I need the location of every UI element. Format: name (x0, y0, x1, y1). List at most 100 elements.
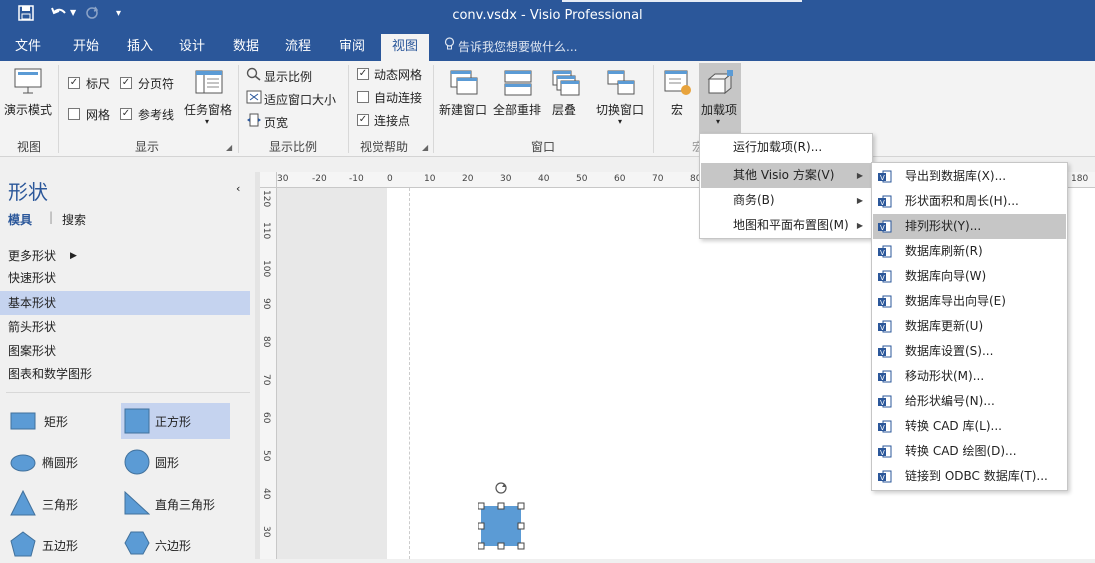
addons-label: 加载项 (701, 103, 738, 117)
presentation-icon (14, 68, 42, 94)
svg-text:V: V (880, 449, 885, 457)
shapes-panel: 形状 ‹ 模具 | 搜索 更多形状 ▶ 快速形状 基本形状 箭头形状 图案形状 … (0, 172, 255, 559)
shape-triangle[interactable]: 三角形 (4, 486, 114, 522)
tab-data[interactable]: 数据 (224, 34, 268, 61)
macros-label: 宏 (671, 103, 684, 117)
menu-item-run-addon[interactable]: 运行加载项(R)... (701, 135, 871, 160)
ruler-tick-label: 90 (261, 298, 271, 310)
submenu-item[interactable]: V 数据库导出向导(E) (873, 289, 1066, 314)
ruler-tick-label: 60 (261, 412, 271, 424)
switch-windows-label: 切换窗口 (596, 103, 645, 117)
submenu-item[interactable]: V 移动形状(M)... (873, 364, 1066, 389)
fit-window-label: 适应窗口大小 (264, 93, 337, 107)
fit-window-icon (246, 90, 262, 104)
page-margin-line (409, 188, 410, 559)
triangle-icon (10, 490, 36, 516)
visual-aids-dialog-launcher-icon[interactable]: ◢ (422, 143, 428, 152)
shape-label: 正方形 (155, 415, 192, 429)
submenu-item-label: 导出到数据库(X)... (905, 169, 1007, 183)
guides-checkbox[interactable]: ✓ (120, 108, 132, 120)
ruler-tick-label: 110 (261, 222, 271, 240)
presentation-mode-button[interactable]: 演示模式 (4, 67, 52, 117)
hexagon-icon (124, 531, 150, 555)
shape-right-triangle[interactable]: 直角三角形 (121, 486, 230, 522)
new-window-button[interactable]: 新建窗口 (438, 67, 490, 133)
submenu-item[interactable]: V 数据库刷新(R) (873, 239, 1066, 264)
submenu-item[interactable]: V 形状面积和周长(H)... (873, 189, 1066, 214)
shape-hexagon[interactable]: 六边形 (121, 527, 230, 563)
page-width-icon (247, 113, 261, 127)
grid-checkbox[interactable] (68, 108, 80, 120)
page-width-button[interactable]: 页宽 (246, 113, 288, 130)
stencil-item-arrow-shapes[interactable]: 箭头形状 (0, 315, 250, 339)
ruler-tick-label: 40 (538, 174, 550, 184)
stencil-item-basic-shapes[interactable]: 基本形状 (0, 291, 250, 315)
auto-connect-checkbox[interactable] (357, 91, 369, 103)
collapse-panel-icon[interactable]: ‹ (236, 182, 240, 195)
shape-ellipse[interactable]: 椭圆形 (4, 444, 114, 480)
cascade-button[interactable]: 层叠 (546, 67, 586, 133)
shapes-panel-title: 形状 (8, 180, 48, 204)
shape-pentagon[interactable]: 五边形 (4, 527, 114, 563)
menu-item-maps-floor-plans[interactable]: 地图和平面布置图(M) ▶ (701, 213, 871, 238)
addons-button[interactable]: 加载项 ▾ (699, 63, 741, 135)
submenu-item[interactable]: V 转换 CAD 绘图(D)... (873, 439, 1066, 464)
submenu-item[interactable]: V 给形状编号(N)... (873, 389, 1066, 414)
submenu-item[interactable]: V 转换 CAD 库(L)... (873, 414, 1066, 439)
svg-text:V: V (880, 399, 885, 407)
visio-addon-icon: V (878, 420, 892, 433)
selected-square-shape[interactable] (477, 480, 526, 550)
visio-addon-icon: V (878, 370, 892, 383)
submenu-item[interactable]: V 数据库向导(W) (873, 264, 1066, 289)
tab-file[interactable]: 文件 (6, 34, 50, 61)
submenu-item-label: 转换 CAD 绘图(D)... (905, 444, 1017, 458)
tab-insert[interactable]: 插入 (118, 34, 162, 61)
tab-home[interactable]: 开始 (64, 34, 108, 61)
show-dialog-launcher-icon[interactable]: ◢ (226, 143, 232, 152)
arrange-all-button[interactable]: 全部重排 (492, 67, 544, 133)
chevron-down-icon: ▾ (716, 117, 721, 126)
submenu-item[interactable]: V 数据库更新(U) (873, 314, 1066, 339)
stencil-item-quick-shapes[interactable]: 快速形状 (0, 266, 250, 290)
submenu-item-arrange-shapes[interactable]: V 排列形状(Y)... (873, 214, 1066, 239)
submenu-item[interactable]: V 导出到数据库(X)... (873, 164, 1066, 189)
vertical-ruler[interactable]: 120 110 100 90 80 70 60 50 40 30 (260, 188, 277, 559)
visio-addon-icon: V (878, 245, 892, 258)
fit-to-window-button[interactable]: 适应窗口大小 (246, 90, 336, 107)
shape-label: 椭圆形 (42, 456, 79, 470)
submenu-item-label: 数据库向导(W) (905, 269, 987, 283)
connection-points-checkbox[interactable]: ✓ (357, 114, 369, 126)
switch-windows-button[interactable]: 切换窗口 ▾ (594, 67, 648, 133)
shape-rectangle[interactable]: 矩形 (4, 403, 114, 439)
submenu-item[interactable]: V 数据库设置(S)... (873, 339, 1066, 364)
cascade-icon (552, 70, 580, 96)
shape-square[interactable]: 正方形 (121, 403, 230, 439)
menu-item-other-visio-solutions[interactable]: 其他 Visio 方案(V) ▶ (701, 163, 871, 188)
page-breaks-checkbox[interactable]: ✓ (120, 77, 132, 89)
tab-design[interactable]: 设计 (170, 34, 214, 61)
tab-process[interactable]: 流程 (276, 34, 320, 61)
submenu-item[interactable]: V 链接到 ODBC 数据库(T)... (873, 464, 1066, 489)
dynamic-grid-checkbox[interactable]: ✓ (357, 68, 369, 80)
ruler-tick-label: 50 (576, 174, 588, 184)
ruler-tick-label: 20 (462, 174, 474, 184)
tab-review[interactable]: 审阅 (330, 34, 374, 61)
tab-search[interactable]: 搜索 (62, 211, 86, 228)
ruler-checkbox[interactable]: ✓ (68, 77, 80, 89)
macros-button[interactable]: 宏 (660, 67, 696, 133)
shape-circle[interactable]: 圆形 (121, 444, 230, 480)
stencil-item-pattern-shapes[interactable]: 图案形状 (0, 339, 250, 363)
tab-stencils[interactable]: 模具 (8, 211, 32, 228)
stencil-item-chart-math[interactable]: 图表和数学图形 (0, 362, 250, 386)
task-panes-button[interactable]: 任务窗格 ▾ (184, 67, 234, 133)
more-shapes-item[interactable]: 更多形状 ▶ (0, 244, 250, 268)
ruler-tick-label: 120 (261, 190, 271, 208)
ruler-tick-label: -20 (312, 174, 327, 184)
shape-label: 六边形 (155, 539, 192, 553)
menu-item-business[interactable]: 商务(B) ▶ (701, 188, 871, 213)
visio-addon-icon: V (878, 170, 892, 183)
chevron-down-icon: ▾ (205, 117, 210, 126)
tab-view[interactable]: 视图 (381, 34, 429, 61)
zoom-button[interactable]: 显示比例 (246, 67, 312, 84)
tell-me-box[interactable]: 告诉我您想要做什么... (444, 34, 577, 61)
